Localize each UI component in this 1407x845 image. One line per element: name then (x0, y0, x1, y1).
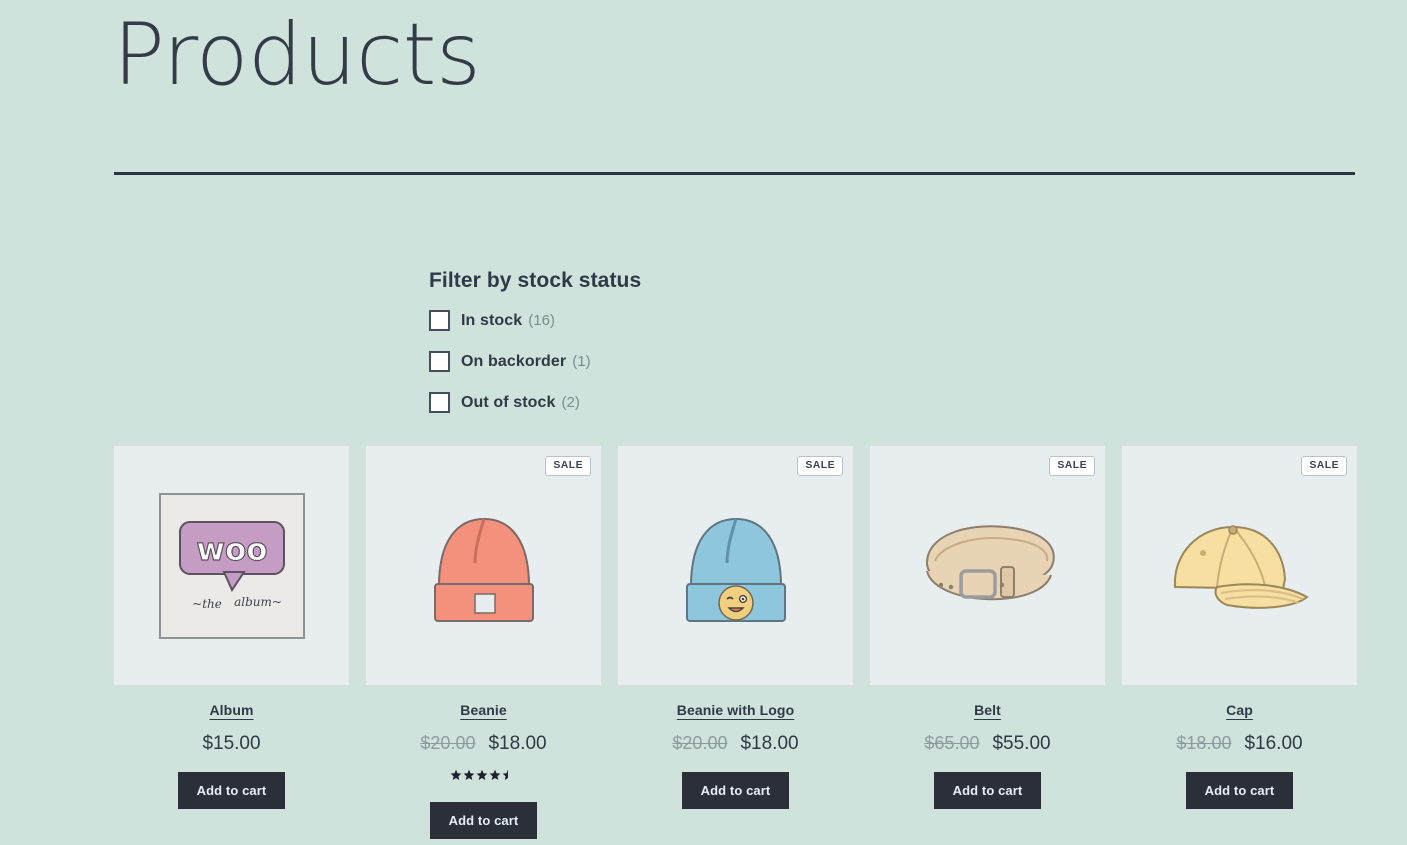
product-price-sale: $55.00 (992, 733, 1051, 754)
sale-badge: SALE (1049, 456, 1095, 476)
svg-text:album~: album~ (234, 595, 282, 609)
woo-album-artwork-icon: woo ~the album~ (158, 492, 305, 639)
checkbox-on-backorder[interactable] (429, 351, 450, 373)
tan-leather-belt-icon (925, 524, 1055, 600)
product-price-original: $18.00 (1176, 733, 1232, 753)
product-price: $18.00 $16.00 (1176, 734, 1302, 753)
sale-badge: SALE (797, 456, 843, 476)
product-price-sale: $16.00 (1244, 733, 1303, 754)
filter-option-on-backorder[interactable]: On backorder (1) (429, 341, 849, 382)
product-price: $65.00 $55.00 (924, 734, 1050, 753)
filter-option-in-stock[interactable]: In stock (16) (429, 300, 849, 341)
filter-option-count: (1) (572, 353, 591, 371)
product-card: SALE Beanie with Logo $20.00 $18.00 Add … (618, 446, 853, 839)
product-title-link[interactable]: Beanie (460, 702, 507, 718)
product-title-link[interactable]: Cap (1226, 702, 1253, 718)
filter-option-out-of-stock[interactable]: Out of stock (2) (429, 382, 849, 423)
filter-heading: Filter by stock status (429, 269, 642, 292)
add-to-cart-button[interactable]: Add to cart (177, 772, 286, 809)
product-price: $20.00 $18.00 (672, 734, 798, 753)
checkbox-in-stock[interactable] (429, 310, 450, 332)
yellow-baseball-cap-icon (1173, 524, 1309, 609)
product-card: woo ~the album~ Album $15.00 Add to cart (114, 446, 349, 839)
blue-beanie-hat-with-emoji-patch-icon (685, 517, 786, 622)
product-thumbnail[interactable]: SALE (618, 446, 853, 685)
filter-option-label: On backorder (461, 352, 567, 370)
product-price-original: $65.00 (924, 733, 980, 753)
product-price: $15.00 (202, 734, 260, 753)
product-title-link[interactable]: Belt (974, 702, 1001, 718)
filter-option-count: (16) (528, 312, 555, 330)
svg-text:~the: ~the (192, 597, 222, 611)
sale-badge: SALE (1301, 456, 1347, 476)
product-card: SALE Beanie $20.00 $18.00 Add to cart (366, 446, 601, 839)
add-to-cart-button[interactable]: Add to cart (429, 802, 538, 839)
product-thumbnail[interactable]: SALE (870, 446, 1105, 685)
product-price-value: $15.00 (202, 733, 261, 754)
stock-status-filter: Filter by stock status In stock (16) On … (429, 268, 849, 423)
product-card: SALE Cap $18.00 $16.00 Add to cart (1122, 446, 1357, 839)
product-rating (450, 767, 518, 783)
filter-option-list: In stock (16) On backorder (1) Out of st… (429, 300, 849, 423)
product-thumbnail[interactable]: SALE (1122, 446, 1357, 685)
star-rating-icon (450, 769, 508, 780)
add-to-cart-button[interactable]: Add to cart (1185, 772, 1294, 809)
product-price-sale: $18.00 (740, 733, 799, 754)
product-price: $20.00 $18.00 (420, 734, 546, 753)
product-thumbnail[interactable]: SALE (366, 446, 601, 685)
sale-badge: SALE (545, 456, 591, 476)
checkbox-out-of-stock[interactable] (429, 392, 450, 414)
orange-beanie-hat-icon (433, 517, 534, 622)
page-title: Products (113, 5, 481, 105)
add-to-cart-button[interactable]: Add to cart (681, 772, 790, 809)
product-title-link[interactable]: Album (209, 702, 253, 718)
product-price-original: $20.00 (672, 733, 728, 753)
filter-option-label: In stock (461, 311, 523, 329)
product-price-original: $20.00 (420, 733, 476, 753)
title-divider (114, 172, 1355, 175)
add-to-cart-button[interactable]: Add to cart (933, 772, 1042, 809)
filter-option-label: Out of stock (461, 393, 556, 411)
product-card: SALE Belt $65.00 $55.00 Add to cart (870, 446, 1105, 839)
product-grid: woo ~the album~ Album $15.00 Add to cart (114, 446, 1357, 839)
products-page: Products Filter by stock status In stock… (0, 0, 1407, 845)
product-title-link[interactable]: Beanie with Logo (677, 702, 795, 718)
product-thumbnail[interactable]: woo ~the album~ (114, 446, 349, 685)
svg-text:woo: woo (196, 532, 267, 568)
filter-option-count: (2) (561, 394, 580, 412)
product-price-sale: $18.00 (488, 733, 547, 754)
